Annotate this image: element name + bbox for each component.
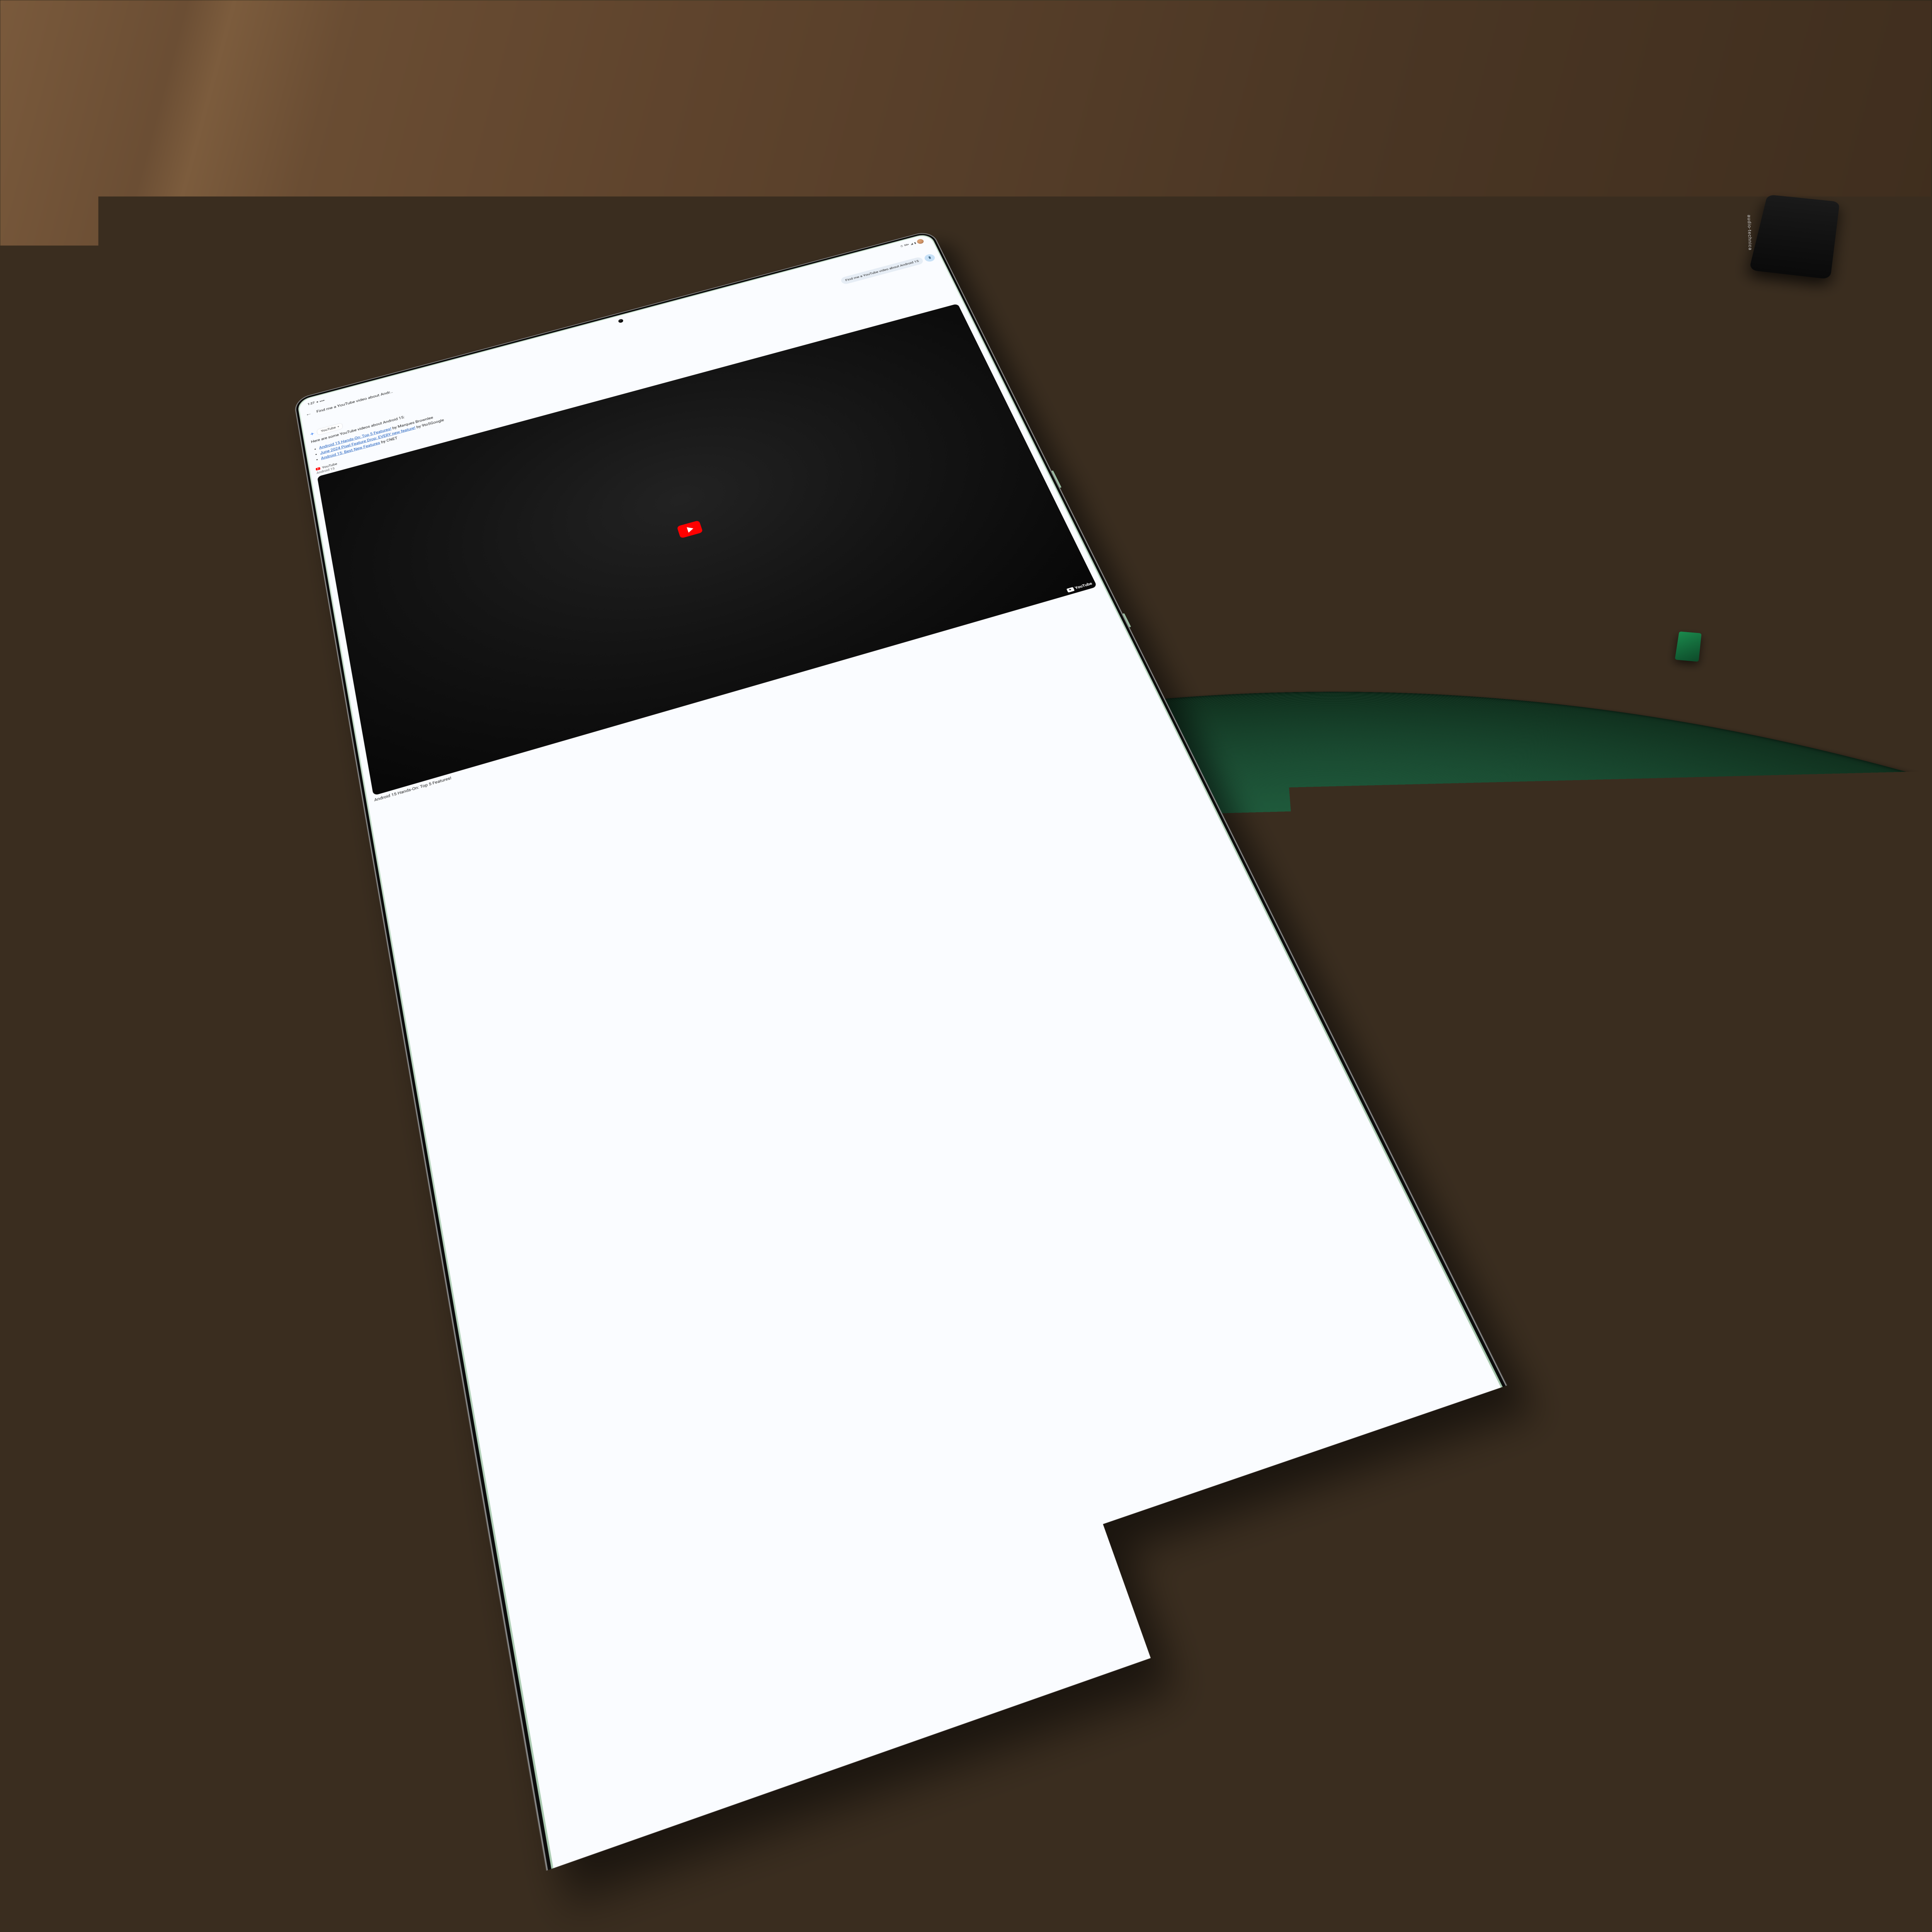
status-notification-dot-icon bbox=[316, 401, 318, 403]
camera-icon bbox=[1675, 1786, 1689, 1800]
camera-button[interactable] bbox=[1666, 1777, 1698, 1809]
youtube-mini-icon bbox=[1066, 587, 1075, 593]
youtube-corner-label: YouTube bbox=[1074, 582, 1093, 590]
phono-cartridge bbox=[1675, 631, 1701, 662]
source-chip-label: YouTube bbox=[321, 426, 336, 433]
battery-icon: ▮ bbox=[913, 242, 917, 245]
alarm-icon: ⏱ bbox=[900, 245, 904, 248]
signal-icon: ◢ bbox=[910, 242, 913, 245]
chevron-down-icon: ▾ bbox=[337, 425, 339, 428]
status-clock: 1:27 bbox=[307, 401, 315, 406]
microphone-icon bbox=[1651, 1795, 1665, 1809]
back-button[interactable]: ← bbox=[303, 409, 314, 419]
play-button-icon bbox=[677, 520, 703, 539]
site-watermark-logo bbox=[1862, 1483, 1913, 1518]
status-cast-icon: ▸▸▸ bbox=[320, 399, 325, 403]
account-avatar[interactable] bbox=[916, 239, 924, 245]
network-type-label: 5G+ bbox=[904, 244, 909, 247]
gemini-spark-icon bbox=[310, 432, 315, 437]
